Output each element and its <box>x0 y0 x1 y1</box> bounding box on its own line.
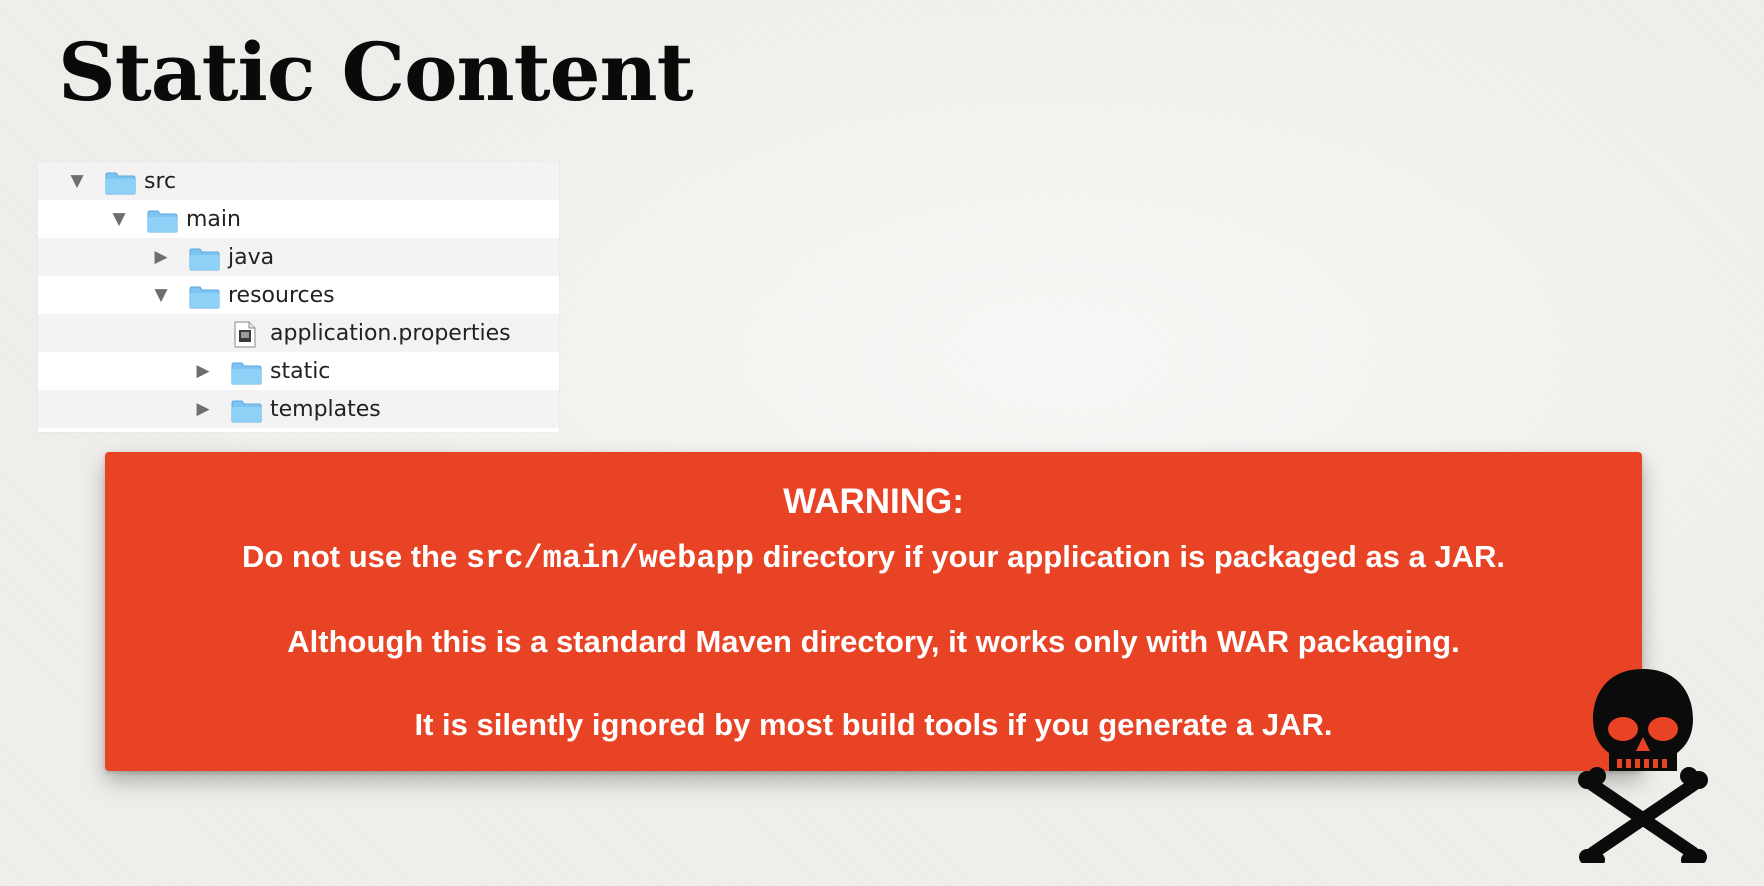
folder-icon <box>105 172 136 195</box>
tree-row-templates[interactable]: ▶ templates <box>38 390 559 428</box>
collapse-arrow-icon[interactable]: ▶ <box>150 238 172 276</box>
tree-row-label: src <box>144 169 177 194</box>
slide-title: Static Content <box>58 25 694 119</box>
expand-arrow-icon[interactable]: ▼ <box>150 276 172 314</box>
folder-icon <box>231 400 262 423</box>
warning-title: WARNING: <box>783 482 964 521</box>
folder-icon <box>189 286 220 309</box>
tree-row-label: main <box>186 207 241 232</box>
warning-line-1-end: directory if your application is package… <box>753 539 1506 574</box>
tree-row-src[interactable]: ▼ src <box>38 162 559 200</box>
tree-row-label: static <box>270 359 331 384</box>
tree-row-static[interactable]: ▶ static <box>38 352 559 390</box>
tree-row-application-properties[interactable]: application.properties <box>38 314 559 352</box>
warning-box: WARNING: Do not use the src/main/webapp … <box>105 452 1642 771</box>
expand-arrow-icon[interactable]: ▼ <box>108 200 130 238</box>
document-icon <box>234 321 256 348</box>
tree-row-resources[interactable]: ▼ resources <box>38 276 559 314</box>
expand-arrow-icon[interactable]: ▼ <box>66 162 88 200</box>
skull-crossbones-icon <box>1578 669 1708 863</box>
warning-line-1: Do not use the src/main/webapp directory… <box>105 535 1642 581</box>
tree-row-label: resources <box>228 283 335 308</box>
tree-row-label: templates <box>270 397 381 422</box>
warning-line-2: Although this is a standard Maven direct… <box>287 624 1460 659</box>
tree-row-java[interactable]: ▶ java <box>38 238 559 276</box>
folder-icon <box>231 362 262 385</box>
warning-line-3: It is silently ignored by most build too… <box>414 707 1333 742</box>
collapse-arrow-icon[interactable]: ▶ <box>192 352 214 390</box>
warning-line-1-start: Do not use the <box>241 539 466 574</box>
folder-icon <box>147 210 178 233</box>
collapse-arrow-icon[interactable]: ▶ <box>192 390 214 428</box>
file-tree: ▼ src ▼ main ▶ java ▼ resources applicat… <box>38 162 559 432</box>
tree-row-main[interactable]: ▼ main <box>38 200 559 238</box>
tree-row-label: java <box>228 245 275 270</box>
webapp-path-code: src/main/webapp <box>465 540 754 577</box>
tree-row-label: application.properties <box>270 321 511 346</box>
folder-icon <box>189 248 220 271</box>
